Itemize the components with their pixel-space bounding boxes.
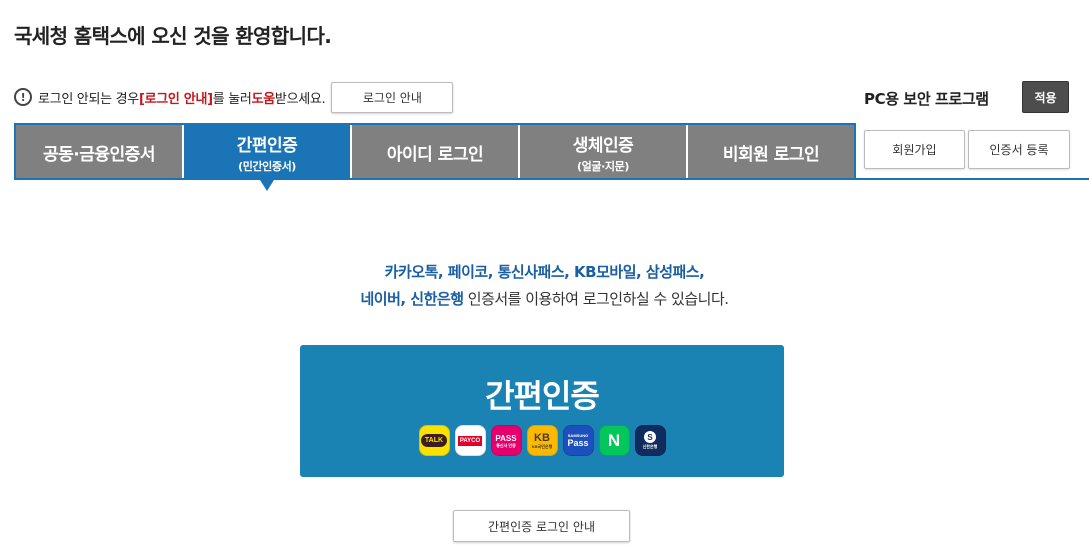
naver-icon: N: [598, 425, 630, 456]
kakaotalk-icon: TALK: [418, 425, 450, 456]
providers-description-line2: 네이버, 신한은행 인증서를 이용하여 로그인하실 수 있습니다.: [0, 288, 1089, 309]
pass-label: PASS: [495, 433, 517, 443]
easy-auth-guide-button[interactable]: 간편인증 로그인 안내: [453, 510, 630, 542]
page-title: 국세청 홈택스에 오신 것을 환영합니다.: [14, 24, 332, 48]
pass-icon: PASS 통신사 인증: [490, 425, 522, 456]
cert-register-button[interactable]: 인증서 등록: [968, 130, 1070, 169]
shinhan-mark: S: [644, 431, 656, 443]
security-program-label: PC용 보안 프로그램: [864, 90, 989, 108]
payco-label: PAYCO: [457, 435, 483, 446]
tab-label: 공동·금융인증서: [43, 145, 155, 165]
payco-icon: PAYCO: [454, 425, 486, 456]
tab-joint-financial-cert[interactable]: 공동·금융인증서: [16, 125, 184, 180]
tab-label: 아이디 로그인: [386, 145, 484, 165]
tabs-underline: [14, 178, 1089, 180]
tab-sublabel: (민간인증서): [238, 160, 296, 173]
shinhan-icon: S 신한은행: [634, 425, 666, 456]
kb-icon: KB KB국민은행: [526, 425, 558, 456]
join-button[interactable]: 회원가입: [864, 130, 965, 169]
providers-list: 네이버, 신한은행: [360, 290, 464, 308]
login-page: 국세청 홈택스에 오신 것을 환영합니다. ! 로그인 안되는 경우 [로그인 …: [0, 0, 1089, 557]
apply-security-button[interactable]: 적용: [1022, 81, 1069, 113]
provider-icons: TALK PAYCO PASS 통신사 인증 KB KB국민은행 SAMSUNG…: [418, 425, 666, 456]
help-highlight-help: 도움: [251, 91, 276, 107]
login-help-line: ! 로그인 안되는 경우 [로그인 안내] 를 눌러 도움 받으세요. 로그인 …: [14, 81, 454, 113]
providers-description-line1: 카카오톡, 페이코, 통신사패스, KB모바일, 삼성패스,: [0, 261, 1089, 282]
samsung-label: Pass: [567, 438, 589, 448]
help-text-before: 로그인 안되는 경우: [38, 91, 139, 107]
pass-sublabel: 통신사 인증: [496, 442, 516, 448]
kb-label: KB: [534, 431, 550, 444]
shinhan-sublabel: 신한은행: [642, 444, 658, 449]
tab-id-login[interactable]: 아이디 로그인: [352, 125, 520, 180]
login-guide-button[interactable]: 로그인 안내: [331, 81, 454, 113]
help-text-middle: 를 눌러: [212, 91, 252, 107]
tab-easy-auth[interactable]: 간편인증 (민간인증서): [184, 125, 352, 191]
naver-label: N: [607, 430, 621, 450]
easy-auth-login-button[interactable]: 간편인증 TALK PAYCO PASS 통신사 인증 KB KB국민은행 SA…: [300, 345, 784, 477]
easy-auth-title: 간편인증: [485, 377, 600, 415]
providers-list: 카카오톡, 페이코, 통신사패스, KB모바일, 삼성패스,: [384, 263, 705, 281]
tab-sublabel: (얼굴·지문): [577, 160, 629, 173]
providers-desc-text: 인증서를 이용하여 로그인하실 수 있습니다.: [463, 290, 729, 308]
help-highlight-guide: [로그인 안내]: [138, 91, 213, 107]
tab-biometric-auth[interactable]: 생체인증 (얼굴·지문): [520, 125, 688, 180]
help-text-after: 받으세요.: [274, 91, 326, 107]
tab-label: 간편인증: [236, 136, 298, 156]
tab-guest-login[interactable]: 비회원 로그인: [688, 125, 854, 180]
kakao-label: TALK: [420, 434, 448, 447]
login-tabs: 공동·금융인증서 간편인증 (민간인증서) 아이디 로그인 생체인증 (얼굴·지…: [14, 123, 856, 191]
tab-label: 비회원 로그인: [722, 145, 820, 165]
info-icon: !: [14, 88, 32, 106]
tab-label: 생체인증: [572, 136, 634, 156]
kb-sublabel: KB국민은행: [531, 443, 553, 449]
samsung-pass-icon: SAMSUNG Pass: [562, 425, 594, 456]
